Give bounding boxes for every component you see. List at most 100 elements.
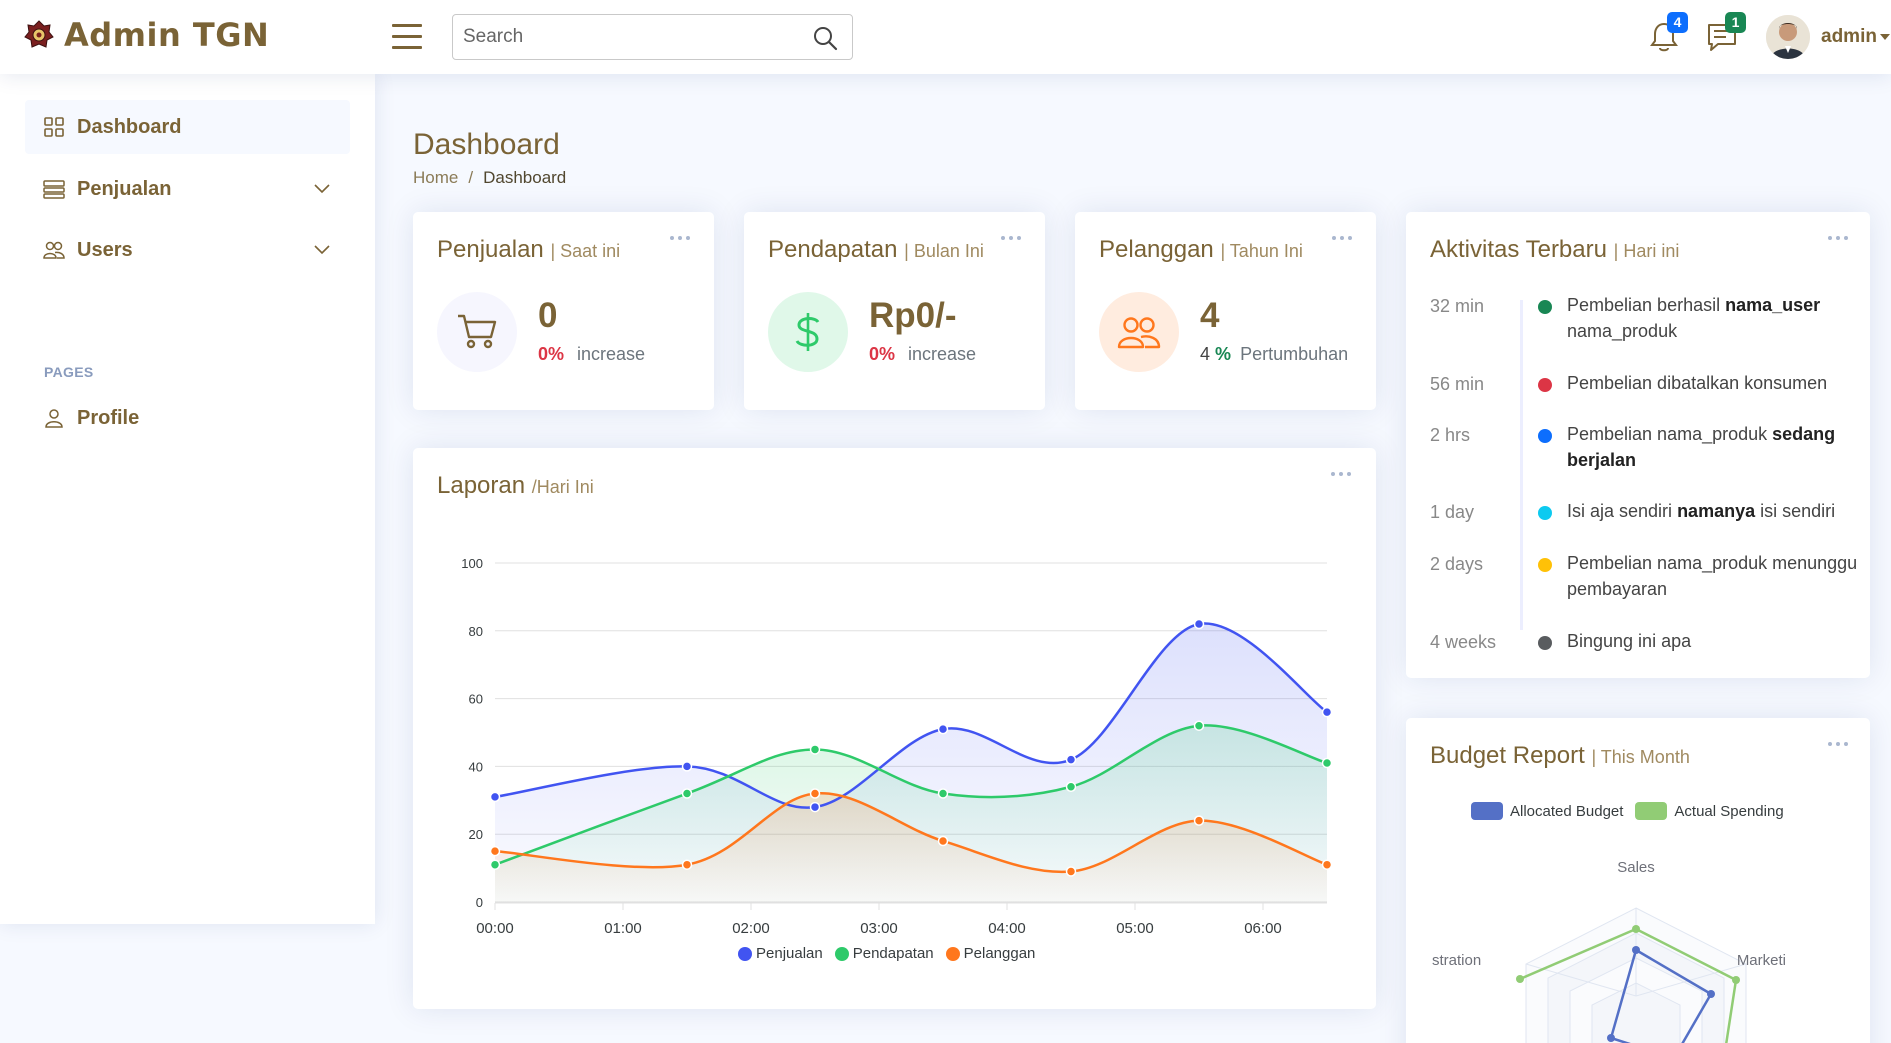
data-point[interactable]	[681, 761, 693, 772]
revenue-percent: 0%	[869, 344, 896, 364]
data-point[interactable]	[1193, 720, 1205, 731]
activity-text: Pembelian nama_produk sedang berjalan	[1567, 421, 1877, 473]
breadcrumb-current: Dashboard	[483, 168, 567, 187]
activity-text-bold: nama_user	[1725, 295, 1821, 315]
search-input[interactable]	[463, 23, 793, 51]
logo[interactable]: Admin TGN	[22, 16, 269, 54]
activity-text-part: Isi aja sendiri	[1567, 501, 1678, 521]
chevron-down-icon	[314, 184, 330, 194]
user-name[interactable]: admin	[1821, 26, 1877, 48]
data-point[interactable]	[489, 859, 501, 870]
activity-text-part: Pembelian berhasil	[1567, 295, 1726, 315]
sidebar-heading-pages: PAGES	[44, 364, 94, 380]
users-icon	[43, 241, 65, 259]
notifications-button[interactable]: 4	[1648, 12, 1688, 54]
people-icon	[1117, 317, 1161, 349]
data-point[interactable]	[1193, 618, 1205, 630]
budget-card: Budget Report | This Month Allocated Bud…	[1406, 718, 1870, 1043]
radar-axis-label: Sales	[1617, 859, 1655, 876]
more-options-icon[interactable]	[1828, 236, 1848, 246]
data-point[interactable]	[937, 723, 949, 735]
more-options-icon[interactable]	[1332, 236, 1352, 246]
breadcrumb-separator: /	[468, 168, 474, 187]
timeline-line	[1520, 300, 1523, 630]
data-point[interactable]	[809, 801, 821, 813]
x-tick-label: 06:00	[1244, 920, 1282, 937]
more-options-icon[interactable]	[1001, 236, 1021, 246]
activity-time: 2 hrs	[1430, 425, 1471, 445]
activity-card: Aktivitas Terbaru | Hari ini 32 min Pembe…	[1406, 212, 1870, 678]
data-point[interactable]	[1321, 859, 1333, 870]
card-title-text: Aktivitas Terbaru	[1430, 236, 1607, 263]
person-icon	[45, 409, 63, 428]
revenue-card: Pendapatan | Bulan Ini Rp0/- 0% increase	[744, 212, 1045, 410]
avatar[interactable]	[1766, 15, 1810, 59]
more-options-icon[interactable]	[670, 236, 690, 246]
data-point[interactable]	[809, 744, 821, 755]
breadcrumb: Home / Dashboard	[413, 168, 566, 188]
messages-badge: 1	[1725, 12, 1746, 33]
activity-text-part: nama_produk	[1567, 321, 1678, 341]
radar-point	[1632, 925, 1640, 933]
y-tick-label: 20	[469, 827, 483, 842]
card-filter: | Bulan Ini	[904, 241, 984, 261]
page-title: Dashboard	[413, 128, 560, 161]
customers-meta: 4 % Pertumbuhan	[1200, 344, 1348, 365]
radar-point	[1516, 975, 1524, 983]
data-point[interactable]	[1065, 754, 1077, 765]
legend-item-penjualan[interactable]: Penjualan	[738, 945, 823, 962]
data-point[interactable]	[1321, 757, 1333, 769]
app-title: Admin TGN	[64, 16, 270, 54]
search-icon[interactable]	[812, 25, 838, 51]
user-avatar-icon	[1766, 15, 1810, 59]
logo-icon	[24, 20, 54, 48]
card-title-text: Pendapatan	[768, 236, 898, 263]
data-point[interactable]	[809, 788, 821, 799]
data-point[interactable]	[937, 835, 949, 847]
data-point[interactable]	[1193, 815, 1205, 826]
sidebar-item-label: Users	[77, 238, 133, 261]
y-tick-label: 60	[469, 692, 483, 707]
data-point[interactable]	[1321, 706, 1333, 718]
sidebar-item-penjualan[interactable]: Penjualan	[25, 162, 350, 216]
sidebar-item-profile[interactable]: Profile	[25, 391, 350, 445]
data-point[interactable]	[1065, 781, 1077, 792]
sales-value: 0	[538, 296, 558, 335]
data-point[interactable]	[937, 788, 949, 799]
activity-text-part: Pembelian dibatalkan konsumen	[1567, 373, 1828, 393]
revenue-meta-label: increase	[908, 344, 977, 364]
data-point[interactable]	[681, 788, 693, 799]
report-legend: Penjualan Pendapatan Pelanggan	[738, 945, 1047, 962]
data-point[interactable]	[681, 859, 693, 870]
data-point[interactable]	[1065, 866, 1077, 877]
menu-toggle-icon[interactable]	[392, 24, 422, 50]
sidebar-item-users[interactable]: Users	[25, 223, 350, 277]
data-point[interactable]	[489, 791, 501, 803]
x-tick-label: 03:00	[860, 920, 898, 937]
radar-point	[1632, 946, 1640, 954]
activity-status-dot	[1538, 300, 1552, 314]
activity-text: Pembelian dibatalkan konsumen	[1567, 370, 1877, 396]
radar-point	[1732, 976, 1740, 984]
breadcrumb-home-link[interactable]: Home	[413, 168, 458, 188]
sidebar-item-dashboard[interactable]: Dashboard	[25, 100, 350, 154]
data-point[interactable]	[489, 845, 501, 857]
activity-time: 56 min	[1430, 374, 1485, 394]
legend-item-pelanggan[interactable]: Pelanggan	[945, 945, 1035, 962]
list-icon	[43, 180, 65, 199]
activity-text-part: Bingung ini apa	[1567, 631, 1692, 651]
customers-percent: %	[1215, 344, 1232, 364]
activity-text-part: Pembelian nama_produk menunggu pembayara…	[1567, 553, 1858, 599]
messages-button[interactable]: 1	[1706, 12, 1746, 54]
activity-time: 2 days	[1430, 554, 1484, 574]
budget-radar-chart: Sales Marketi stration	[1432, 859, 1786, 1043]
caret-down-icon[interactable]	[1880, 34, 1890, 40]
revenue-meta: 0% increase	[869, 344, 976, 365]
top-header: Admin TGN 4 1 admi	[0, 0, 1891, 74]
revenue-value: Rp0/-	[869, 296, 957, 335]
people-icon-circle	[1099, 292, 1179, 372]
legend-item-pendapatan[interactable]: Pendapatan	[834, 945, 934, 962]
legend-label: Pendapatan	[852, 945, 934, 962]
legend-marker	[738, 946, 752, 961]
grid-icon	[44, 117, 64, 137]
